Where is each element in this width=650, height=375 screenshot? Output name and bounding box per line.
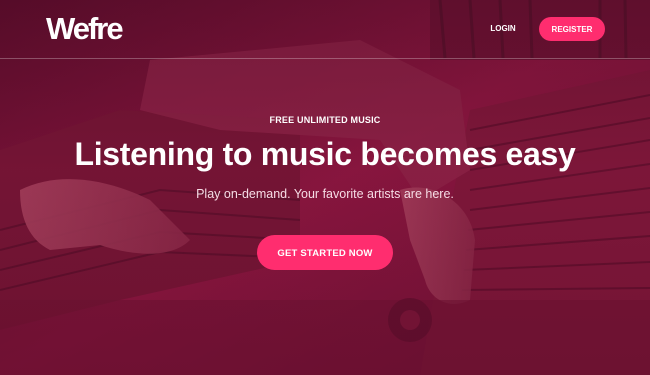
hero-section: Wefre LOGIN REGISTER FREE UNLIMITED MUSI… (0, 0, 650, 375)
login-link[interactable]: LOGIN (482, 22, 524, 36)
hero-eyebrow: FREE UNLIMITED MUSIC (269, 115, 381, 125)
hero-subtitle: Play on-demand. Your favorite artists ar… (196, 187, 454, 201)
register-button[interactable]: REGISTER (539, 17, 605, 41)
top-navbar: Wefre LOGIN REGISTER (0, 0, 650, 59)
brand-logo[interactable]: Wefre (46, 12, 124, 46)
get-started-button[interactable]: GET STARTED NOW (257, 235, 393, 270)
hero-headline: Listening to music becomes easy (74, 136, 576, 172)
